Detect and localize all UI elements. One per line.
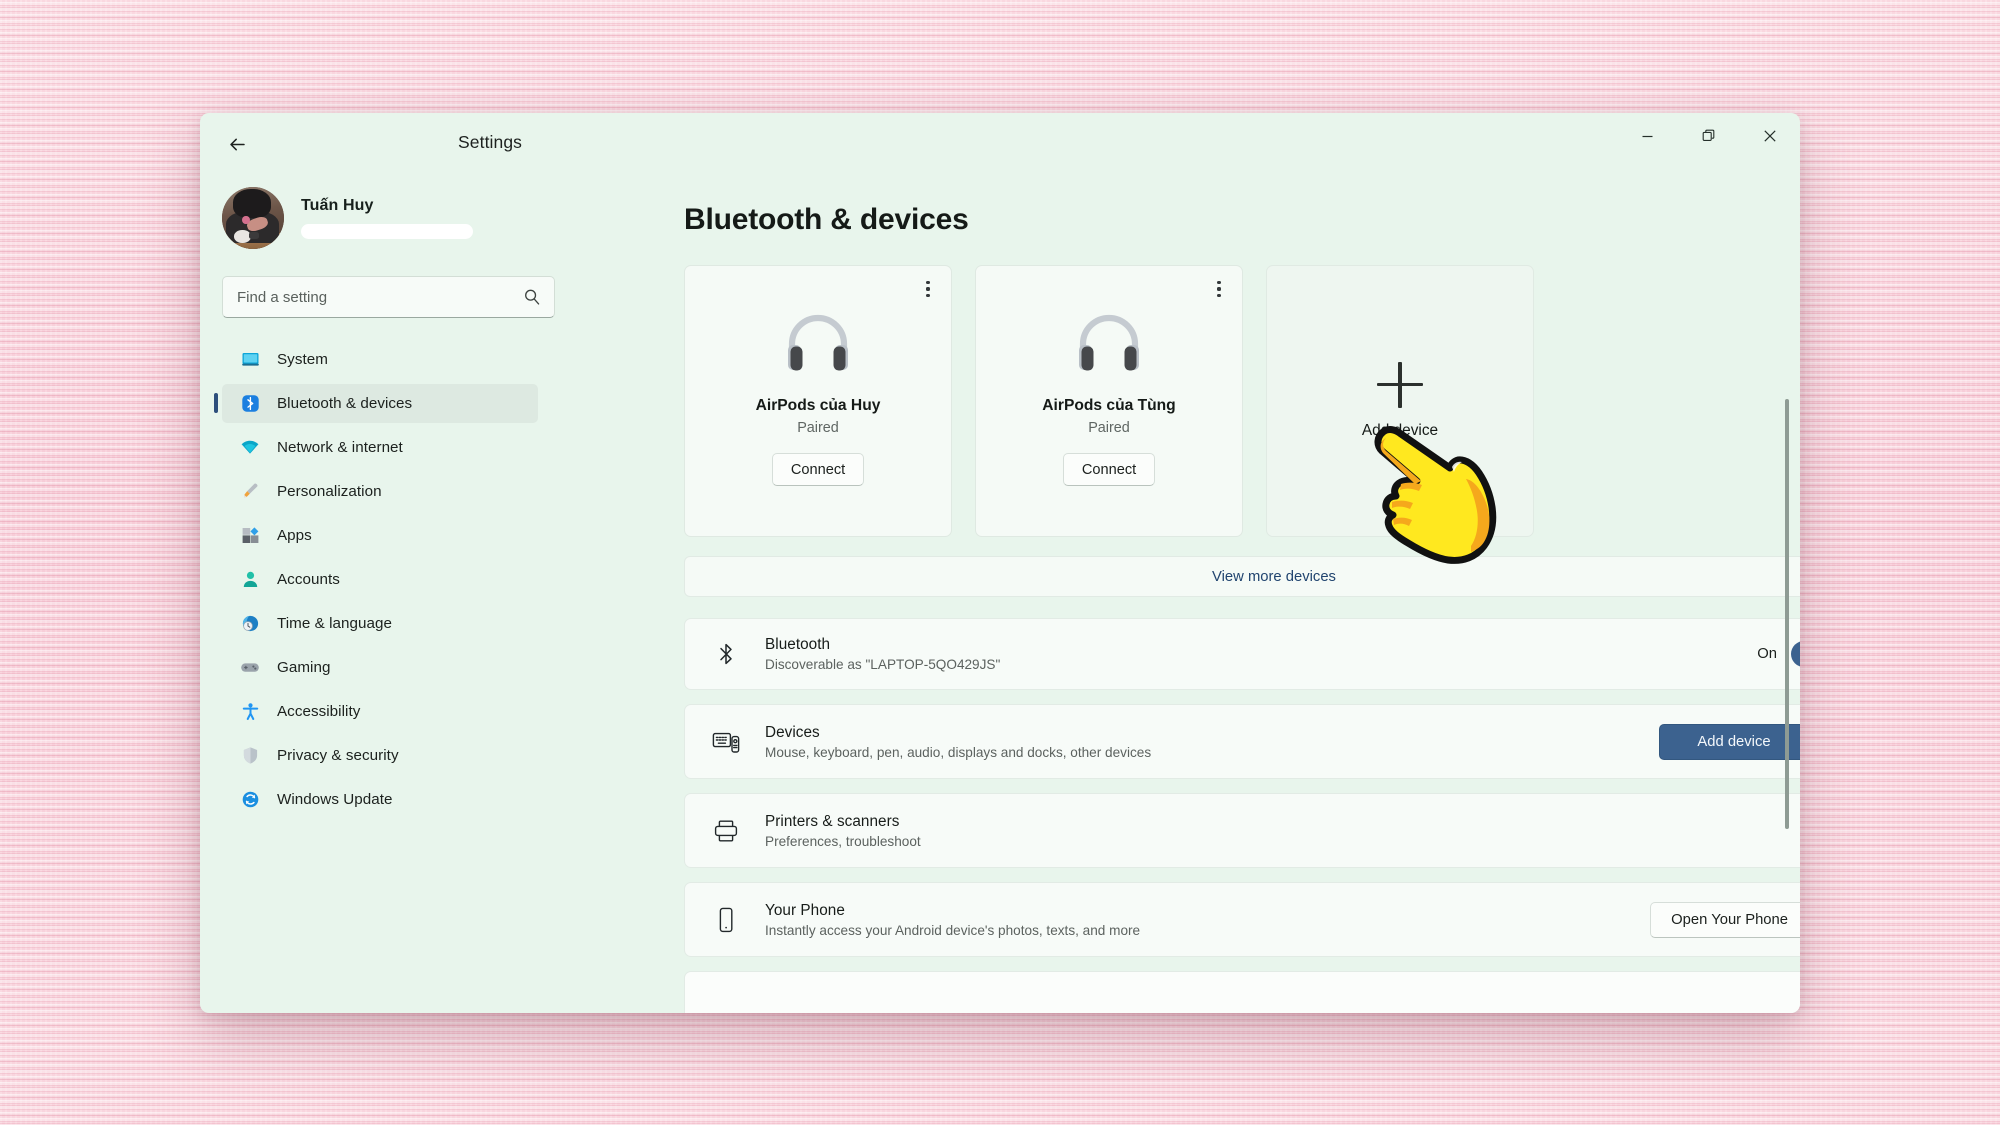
sidebar-item-label: Accessibility [277, 703, 361, 720]
update-icon [239, 790, 261, 810]
brush-icon [239, 482, 261, 502]
profile-email-redacted [301, 224, 473, 239]
sidebar-item-label: System [277, 351, 328, 368]
sidebar-item-windows-update[interactable]: Windows Update [222, 780, 538, 819]
gamepad-icon [239, 658, 261, 678]
window-titlebar: Settings [200, 113, 1800, 175]
bluetooth-toggle-group: On [1757, 641, 1800, 667]
back-button[interactable] [216, 123, 258, 165]
your-phone-row-title: Your Phone [765, 901, 845, 919]
printers-scanners-row[interactable]: Printers & scanners Preferences, trouble… [684, 793, 1800, 868]
device-name: AirPods của Tùng [1042, 397, 1176, 414]
accessibility-icon [239, 702, 261, 722]
bluetooth-row-subtitle: Discoverable as "LAPTOP-5QO429JS" [765, 657, 1001, 672]
card-overflow-menu-icon[interactable] [1206, 276, 1232, 302]
sidebar-item-apps[interactable]: Apps [222, 516, 538, 555]
view-more-devices-button[interactable]: View more devices [684, 556, 1800, 597]
close-button[interactable] [1739, 113, 1800, 159]
sidebar-item-label: Network & internet [277, 439, 403, 456]
sidebar-item-label: Time & language [277, 615, 393, 632]
search-input[interactable] [223, 277, 554, 317]
wifi-icon [239, 438, 261, 458]
next-row-partial[interactable] [684, 971, 1800, 1013]
page-title: Bluetooth & devices [684, 203, 969, 236]
bluetooth-icon [239, 394, 261, 414]
sidebar-nav: System Bluetooth & devices Network & int… [200, 340, 560, 819]
search-box[interactable] [222, 276, 555, 318]
sidebar-item-label: Personalization [277, 483, 382, 500]
bluetooth-toggle-state: On [1757, 646, 1777, 662]
device-status: Paired [797, 420, 839, 436]
sidebar-item-system[interactable]: System [222, 340, 538, 379]
window-title: Settings [458, 132, 523, 152]
add-device-button[interactable]: Add device [1659, 723, 1800, 760]
sidebar-item-gaming[interactable]: Gaming [222, 648, 538, 687]
sidebar-item-time-language[interactable]: Time & language [222, 604, 538, 643]
sidebar-item-personalization[interactable]: Personalization [222, 472, 538, 511]
sidebar-item-label: Accounts [277, 571, 340, 588]
device-card[interactable]: AirPods của Tùng Paired Connect [975, 265, 1243, 537]
printers-row-title: Printers & scanners [765, 812, 900, 830]
maximize-button[interactable] [1678, 113, 1739, 159]
bluetooth-toggle[interactable] [1791, 641, 1800, 667]
sidebar-item-accounts[interactable]: Accounts [222, 560, 538, 599]
sidebar-item-bluetooth-devices[interactable]: Bluetooth & devices [214, 384, 538, 423]
sidebar-item-network-internet[interactable]: Network & internet [222, 428, 538, 467]
device-status: Paired [1088, 420, 1130, 436]
headphones-icon [976, 312, 1242, 379]
window-controls [1617, 113, 1800, 159]
clock-globe-icon [239, 614, 261, 634]
device-card[interactable]: AirPods của Huy Paired Connect [684, 265, 952, 537]
content-area: Bluetooth & devices AirPods của Huy Pair… [560, 175, 1800, 1013]
headphones-icon [685, 312, 951, 379]
open-your-phone-button[interactable]: Open Your Phone [1650, 901, 1800, 938]
bluetooth-icon [709, 640, 743, 668]
device-name: AirPods của Huy [755, 397, 881, 414]
sidebar-item-label: Apps [277, 527, 312, 544]
settings-window: Settings Tuấn Huy Find a setting System … [200, 113, 1800, 1013]
sidebar-item-label: Windows Update [277, 791, 393, 808]
sidebar-item-accessibility[interactable]: Accessibility [222, 692, 538, 731]
bluetooth-toggle-row: Bluetooth Discoverable as "LAPTOP-5QO429… [684, 618, 1800, 690]
devices-row-title: Devices [765, 723, 820, 741]
devices-icon [709, 729, 743, 755]
view-more-devices-label: View more devices [1212, 568, 1336, 585]
devices-row-subtitle: Mouse, keyboard, pen, audio, displays an… [765, 744, 1152, 760]
devices-row[interactable]: Devices Mouse, keyboard, pen, audio, dis… [684, 704, 1800, 779]
device-cards-row: AirPods của Huy Paired Connect AirPods c… [684, 265, 1800, 537]
plus-icon [1377, 362, 1423, 408]
minimize-button[interactable] [1617, 113, 1678, 159]
content-scrollbar[interactable] [1782, 347, 1792, 967]
scrollbar-thumb[interactable] [1785, 399, 1789, 829]
search-icon [523, 288, 541, 311]
printers-row-subtitle: Preferences, troubleshoot [765, 833, 921, 849]
your-phone-row[interactable]: Your Phone Instantly access your Android… [684, 882, 1800, 957]
your-phone-row-subtitle: Instantly access your Android device's p… [765, 922, 1141, 938]
avatar [222, 187, 284, 249]
apps-icon [239, 526, 261, 546]
printer-icon [709, 818, 743, 844]
sidebar: Tuấn Huy System [200, 175, 560, 1013]
connect-button[interactable]: Connect [771, 453, 865, 486]
connect-button[interactable]: Connect [1062, 453, 1156, 486]
phone-icon [709, 906, 743, 934]
sidebar-item-privacy-security[interactable]: Privacy & security [222, 736, 538, 775]
user-profile[interactable]: Tuấn Huy [222, 187, 560, 249]
sidebar-item-label: Privacy & security [277, 747, 399, 764]
sidebar-item-label: Gaming [277, 659, 331, 676]
add-device-tile[interactable]: Add device [1266, 265, 1534, 537]
add-device-tile-label: Add device [1361, 422, 1439, 439]
profile-name: Tuấn Huy [301, 197, 374, 214]
sidebar-item-label: Bluetooth & devices [277, 395, 413, 412]
card-overflow-menu-icon[interactable] [915, 276, 941, 302]
monitor-icon [239, 350, 261, 370]
shield-icon [239, 746, 261, 766]
person-icon [239, 570, 261, 590]
bluetooth-row-title: Bluetooth [765, 636, 831, 653]
